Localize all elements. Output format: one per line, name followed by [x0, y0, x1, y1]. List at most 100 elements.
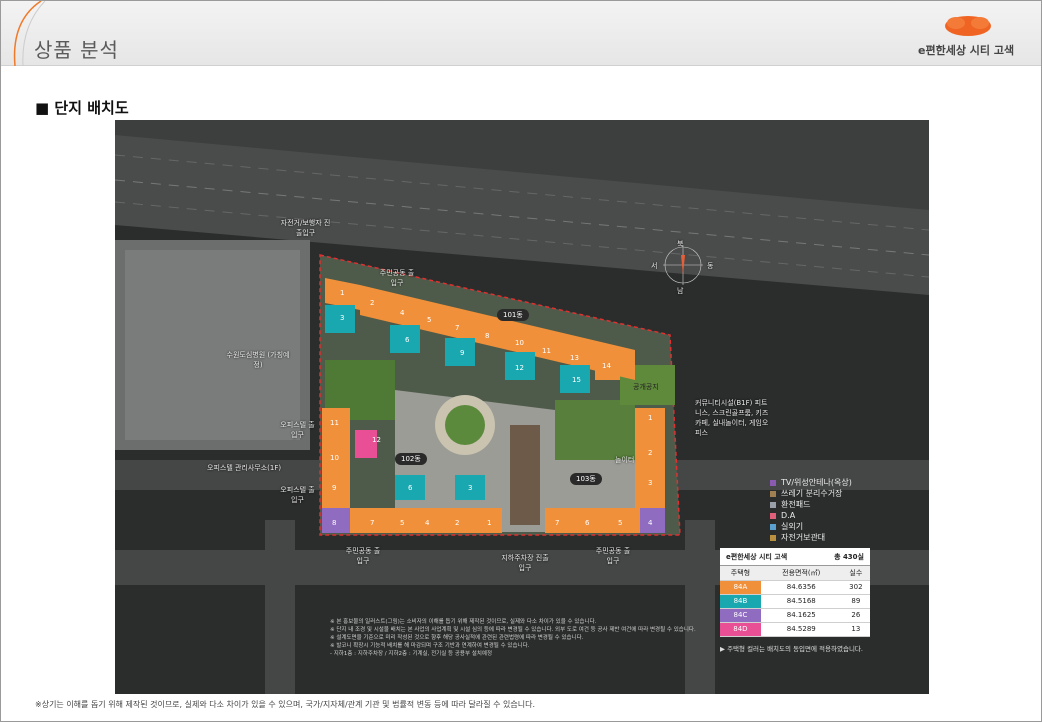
- label-office-entrance-2: 오피스텔 출입구: [280, 486, 315, 504]
- svg-text:2: 2: [370, 299, 374, 307]
- legend-item: 자전거보관대: [770, 532, 852, 543]
- svg-text:6: 6: [585, 519, 590, 527]
- map-notes: ※ 본 홍보물의 일러스트(그림)는 소비자의 이해를 돕기 위해 제작된 것이…: [330, 618, 696, 658]
- svg-text:12: 12: [515, 364, 524, 372]
- label-community: 커뮤니티시설(B1F) 피트니스, 스크린골프룸, 키즈카페, 실내놀이터, 게…: [695, 399, 769, 437]
- svg-text:9: 9: [460, 349, 464, 357]
- label-parking-entrance: 지하주차장 진출입구: [501, 554, 549, 572]
- map-note-line: - 지하1층 : 지하주차장 / 지하2층 : 기계실, 전기실 등 공용부 설…: [330, 651, 493, 657]
- building-102-tag: 102동: [395, 453, 427, 465]
- unit-table-header: e편한세상 시티 고색 총 430실: [720, 548, 870, 566]
- svg-text:3: 3: [648, 479, 652, 487]
- page-header: 상품 분석 e편한세상 시티 고색: [1, 1, 1041, 66]
- unit-area-cell: 84.5168: [760, 594, 842, 609]
- building-101-tag: 101동: [497, 309, 529, 321]
- svg-text:8: 8: [332, 519, 336, 527]
- svg-text:11: 11: [330, 419, 339, 427]
- map-legend: TV/위성안테나(옥상) 쓰레기 분리수거장 환전패드 D.A 실외기 자전거보…: [770, 477, 852, 543]
- table-row: 84D 84.5289 13: [720, 622, 870, 637]
- label-office-entrance-1: 오피스텔 출입구: [280, 421, 315, 439]
- label-bicycle-entrance: 자전거/보행자 진출입구: [280, 219, 331, 237]
- legend-item: 쓰레기 분리수거장: [770, 488, 852, 499]
- unit-type-cell: 84C: [720, 608, 761, 623]
- unit-table: 주택형 전용면적(㎡) 실수 84A 84.6356 302 84B 84.51…: [720, 566, 870, 637]
- unit-type-cell: 84A: [720, 580, 761, 595]
- unit-table-note: ▶ 주택형 컬러는 배치도의 동입면에 적용하였습니다.: [720, 645, 863, 653]
- svg-text:1: 1: [340, 289, 344, 297]
- svg-text:6: 6: [408, 484, 413, 492]
- unit-area-cell: 84.1625: [760, 608, 842, 623]
- label-public-open-space: 공개공지: [633, 383, 659, 391]
- map-note-line: ※ 단지 내 조경 및 시설물 배치는 본 사업의 사업계획 및 시설 심의 등…: [330, 627, 696, 633]
- unit-table-col-area: 전용면적(㎡): [760, 566, 842, 581]
- svg-text:2: 2: [455, 519, 459, 527]
- svg-text:4: 4: [400, 309, 405, 317]
- legend-item: 환전패드: [770, 499, 852, 510]
- legend-swatch-3: [770, 512, 776, 519]
- svg-text:1: 1: [648, 414, 652, 422]
- legend-swatch-4: [770, 523, 776, 530]
- svg-text:11: 11: [542, 347, 551, 355]
- legend-swatch-1: [770, 490, 776, 497]
- svg-text:10: 10: [330, 454, 339, 462]
- footer-disclaimer: ※상기는 이해를 돕기 위해 제작된 것이므로, 실제와 다소 차이가 있을 수…: [35, 700, 535, 709]
- svg-text:12: 12: [372, 436, 381, 444]
- table-row: 84A 84.6356 302: [720, 580, 870, 595]
- svg-text:1: 1: [487, 519, 491, 527]
- page-title: 상품 분석: [34, 38, 119, 62]
- unit-count-cell: 89: [841, 594, 870, 609]
- compass-east: 동: [707, 262, 714, 270]
- svg-text:3: 3: [468, 484, 472, 492]
- brand-name: e편한세상 시티 고색: [918, 44, 1015, 57]
- unit-table-col-count: 실수: [841, 566, 870, 581]
- svg-text:7: 7: [455, 324, 459, 332]
- svg-text:9: 9: [332, 484, 336, 492]
- unit-count-cell: 302: [841, 580, 870, 595]
- table-row: 84C 84.1625 26: [720, 608, 870, 623]
- svg-text:14: 14: [602, 362, 611, 370]
- legend-item: TV/위성안테나(옥상): [770, 477, 852, 488]
- svg-text:5: 5: [427, 316, 431, 324]
- unit-type-cell: 84B: [720, 594, 761, 609]
- label-pedestrian-2: 주민공동 출입구: [345, 547, 381, 565]
- building-103-tag: 103동: [570, 473, 602, 485]
- unit-table-col-type: 주택형: [720, 566, 761, 581]
- unit-type-cell: 84D: [720, 622, 761, 637]
- unit-type-table: e편한세상 시티 고색 총 430실 주택형 전용면적(㎡) 실수 84A 84…: [720, 548, 870, 637]
- unit-count-cell: 13: [841, 622, 870, 637]
- map-note-line: ※ 설계도면을 기준으로 미리 작성된 것으로 향후 해당 공사실적에 관련된 …: [330, 635, 584, 641]
- legend-swatch-2: [770, 501, 776, 508]
- site-plan-map: 123 456 789 10 11 12 13 14 15 11 12 10 987 542…: [115, 120, 929, 694]
- unit-count-cell: 26: [841, 608, 870, 623]
- label-hospital: 수원도심병원 (가칭예정): [226, 351, 290, 369]
- map-note-line: ※ 발코니 확장시 기능적 배치를 해 마감되며 구조 기반과 연계하여 변경될…: [330, 643, 530, 649]
- svg-text:2: 2: [648, 449, 652, 457]
- label-office-mgmt: 오피스텔 관리사무소(1F): [207, 464, 282, 472]
- compass-south: 남: [677, 287, 684, 295]
- legend-swatch-0: [770, 479, 776, 486]
- compass-north: 북: [677, 240, 684, 248]
- svg-text:5: 5: [618, 519, 622, 527]
- legend-item: D.A: [770, 510, 852, 521]
- unit-table-total: 총 430실: [834, 553, 864, 561]
- brand-logo-icon: [945, 16, 991, 36]
- label-pedestrian-3: 주민공동 출입구: [595, 547, 631, 565]
- svg-text:8: 8: [485, 332, 489, 340]
- svg-text:5: 5: [400, 519, 404, 527]
- svg-text:10: 10: [515, 339, 524, 347]
- legend-item: 실외기: [770, 521, 852, 532]
- svg-text:4: 4: [425, 519, 430, 527]
- svg-text:7: 7: [370, 519, 374, 527]
- svg-text:6: 6: [405, 336, 410, 344]
- legend-swatch-5: [770, 534, 776, 541]
- compass-west: 서: [651, 262, 658, 270]
- label-playground: 놀이터: [615, 456, 635, 464]
- label-pedestrian-1: 주민공동 출입구: [379, 269, 415, 287]
- unit-area-cell: 84.6356: [760, 580, 842, 595]
- svg-text:13: 13: [570, 354, 579, 362]
- table-row: 84B 84.5168 89: [720, 594, 870, 609]
- svg-text:7: 7: [555, 519, 559, 527]
- svg-text:15: 15: [572, 376, 581, 384]
- section-title: ■ 단지 배치도: [35, 99, 129, 117]
- svg-text:4: 4: [648, 519, 653, 527]
